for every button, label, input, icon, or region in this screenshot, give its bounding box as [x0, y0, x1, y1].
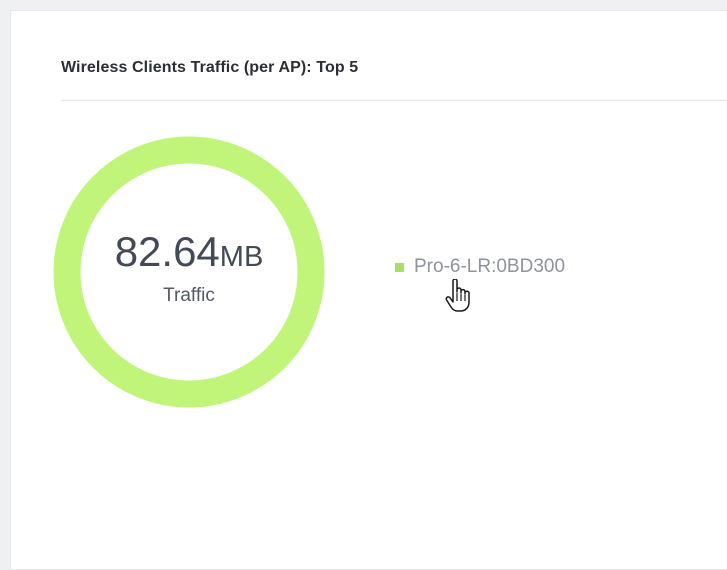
legend-item[interactable]: Pro-6-LR:0BD300 [395, 256, 565, 278]
traffic-donut-chart[interactable]: 82.64MB Traffic [53, 136, 325, 408]
donut-center: 82.64MB Traffic [53, 136, 325, 408]
traffic-value: 82.64MB [115, 231, 264, 273]
legend-swatch [395, 262, 404, 272]
traffic-value-number: 82.64 [114, 228, 220, 275]
header-divider [61, 100, 727, 101]
legend-label: Pro-6-LR:0BD300 [414, 256, 566, 277]
widget-title: Wireless Clients Traffic (per AP): Top 5 [61, 59, 359, 76]
traffic-label: Traffic [163, 285, 215, 306]
traffic-value-unit: MB [219, 241, 264, 273]
